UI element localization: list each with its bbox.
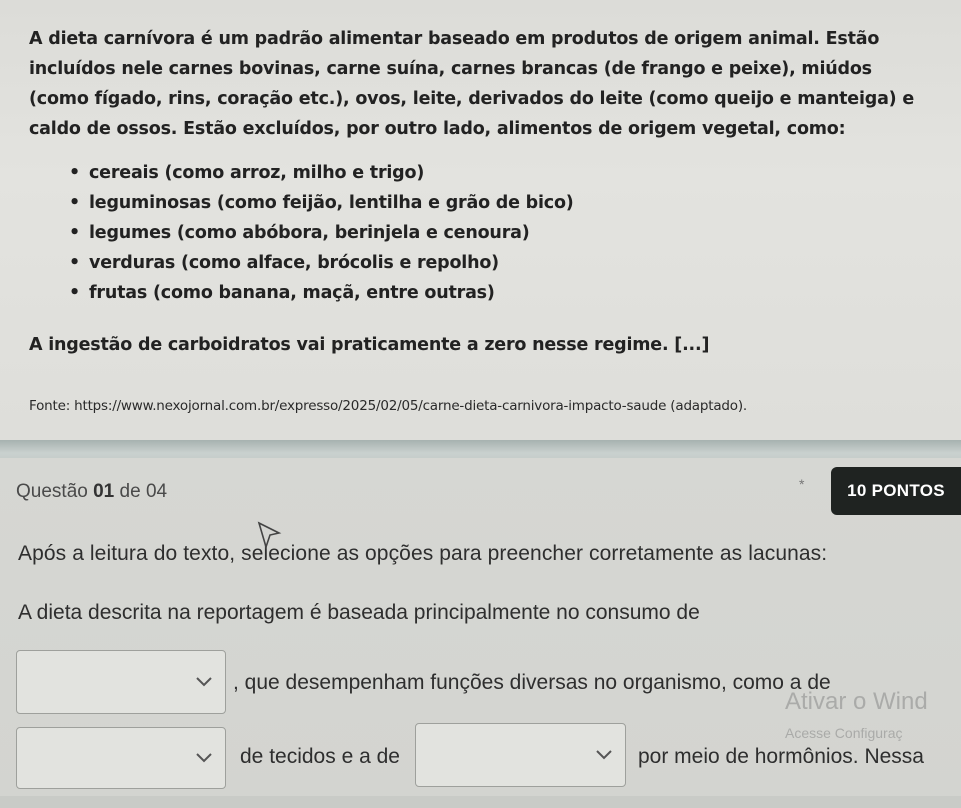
required-star-icon: * — [799, 476, 805, 492]
passage-paragraph: A dieta carnívora é um padrão alimentar … — [29, 29, 915, 139]
activation-watermark-sub: Acesse Configuraç — [785, 725, 903, 741]
question-statement: A dieta descrita na reportagem é baseada… — [18, 601, 700, 624]
question-total: de 04 — [114, 481, 168, 502]
bottom-edge — [0, 796, 961, 808]
blank-select-1[interactable] — [16, 650, 226, 714]
question-label: Questão — [16, 481, 94, 502]
activation-watermark: Ativar o Wind — [785, 688, 928, 715]
chevron-down-icon — [196, 677, 212, 687]
statement-continuation-1: , que desempenham funções diversas no or… — [233, 671, 831, 694]
excluded-foods-list: cereais (como arroz, milho e trigo) legu… — [29, 158, 934, 308]
list-item: frutas (como banana, maçã, entre outras) — [69, 278, 934, 308]
statement-continuation-3: por meio de hormônios. Nessa — [638, 745, 924, 768]
chevron-down-icon — [596, 750, 612, 760]
blank-select-3[interactable] — [415, 723, 626, 787]
question-number: 01 — [93, 481, 115, 502]
list-item: legumes (como abóbora, berinjela e cenou… — [69, 218, 934, 248]
chevron-down-icon — [196, 753, 212, 763]
source-citation: Fonte: https://www.nexojornal.com.br/exp… — [29, 398, 748, 414]
statement-continuation-2: de tecidos e a de — [240, 745, 400, 768]
blank-select-2[interactable] — [16, 727, 226, 789]
mouse-cursor-icon — [257, 521, 282, 550]
points-badge: 10 PONTOS — [831, 467, 961, 515]
list-item: leguminosas (como feijão, lentilha e grã… — [69, 188, 934, 218]
question-instruction: Após a leitura do texto, selecione as op… — [18, 542, 828, 565]
reading-passage: A dieta carnívora é um padrão alimentar … — [29, 24, 934, 360]
list-item: verduras (como alface, brócolis e repolh… — [69, 248, 934, 278]
list-item: cereais (como arroz, milho e trigo) — [69, 158, 934, 188]
question-counter: Questão 01 de 04 — [16, 481, 167, 503]
passage-closing: A ingestão de carboidratos vai praticame… — [29, 335, 710, 355]
